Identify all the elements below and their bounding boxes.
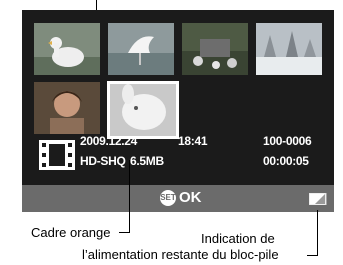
thumb-egret[interactable] (108, 23, 174, 75)
callout-line-orange-horizontal (119, 232, 130, 233)
child-photo (34, 82, 100, 134)
battery-icon (308, 192, 327, 206)
callout-battery-line2: l’alimentation restante du bloc-pile (82, 247, 279, 262)
callout-orange-frame: Cadre orange (31, 225, 111, 240)
ok-label: OK (179, 189, 202, 206)
playback-screen: 2009.12.24 18:41 100-0006 HD-SHQ 6.5MB 0… (22, 10, 334, 212)
snow-trees-photo (256, 23, 322, 75)
file-size: 6.5MB (130, 154, 164, 168)
thumb-child[interactable] (34, 82, 100, 134)
file-number: 100-0006 (263, 134, 312, 148)
duck-photo (34, 23, 100, 75)
video-duration: 00:00:05 (263, 154, 309, 168)
callout-line-orange-vertical (129, 160, 130, 233)
flowers-photo (182, 23, 248, 75)
callout-line-top (96, 0, 97, 10)
egret-photo (108, 23, 174, 75)
bottom-bar: SET OK (22, 185, 334, 212)
thumb-bunny[interactable] (107, 81, 179, 139)
recording-date: 2009.12.24 (80, 134, 138, 148)
thumb-snow-trees[interactable] (256, 23, 322, 75)
thumb-duck[interactable] (34, 23, 100, 75)
bunny-photo (110, 84, 176, 136)
set-button-icon[interactable]: SET (160, 190, 176, 206)
thumb-flowers[interactable] (182, 23, 248, 75)
video-mode: HD-SHQ (80, 154, 126, 168)
callout-line-battery-vertical (317, 210, 318, 256)
recording-time: 18:41 (178, 134, 208, 148)
film-strip-icon (39, 140, 75, 170)
callout-battery-line1: Indication de (201, 231, 275, 246)
callout-line-battery-horizontal (307, 255, 318, 256)
